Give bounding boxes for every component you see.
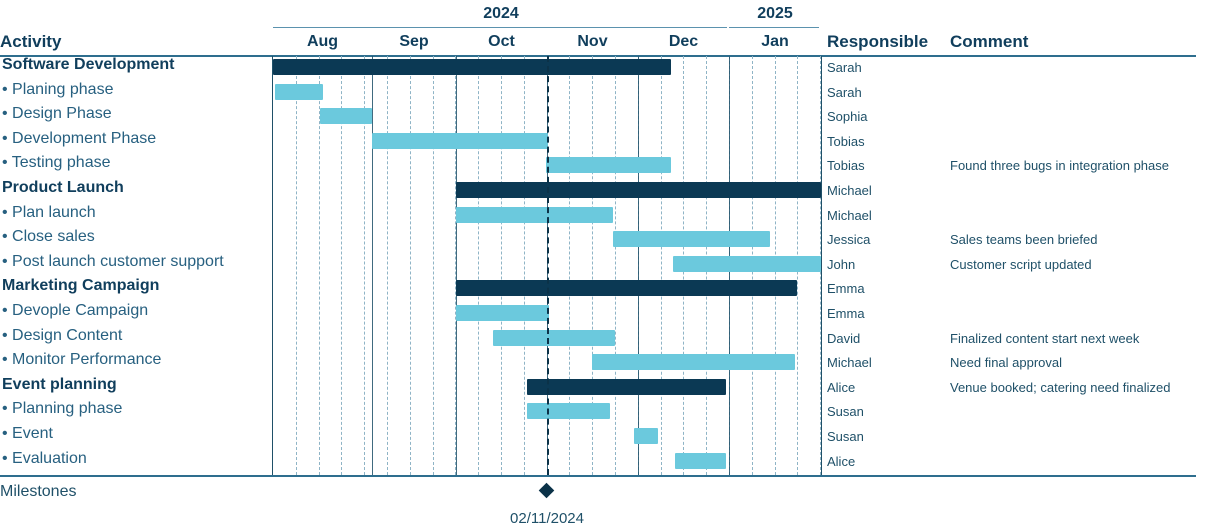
summary-bar[interactable]	[273, 59, 671, 75]
responsible-cell: Sophia	[827, 109, 868, 125]
task-bar[interactable]	[592, 354, 795, 371]
month-label: Dec	[668, 33, 699, 50]
comment-cell: Need final approval	[950, 355, 1063, 371]
task-label[interactable]: • Evaluation	[2, 450, 87, 468]
week-gridline	[660, 56, 662, 475]
task-bar[interactable]	[320, 108, 372, 125]
year-label: 2024	[483, 5, 519, 22]
responsible-cell: Tobias	[827, 158, 865, 174]
responsible-cell: Susan	[827, 429, 864, 444]
task-label[interactable]: • Close sales	[2, 228, 95, 246]
milestone-marker-icon[interactable]	[538, 482, 555, 499]
task-label[interactable]: • Design Content	[2, 327, 122, 345]
comment-cell: Sales teams been briefed	[950, 232, 1098, 248]
task-label[interactable]: • Testing phase	[2, 154, 111, 172]
month-gridline	[372, 56, 373, 475]
task-label[interactable]: • Monitor Performance	[2, 351, 161, 369]
responsible-cell: John	[827, 256, 856, 272]
month-gridline	[638, 56, 639, 475]
month-label: Oct	[488, 33, 515, 50]
group-label[interactable]: Software Development	[2, 56, 174, 74]
month-gridline	[456, 56, 457, 475]
gantt-chart: 2024 2025 Aug Sep Oct Nov Dec Jan Activity Res…	[0, 0, 1205, 530]
task-label[interactable]: • Planning phase	[2, 400, 122, 418]
week-gridline	[501, 56, 502, 475]
responsible-cell: Alice	[827, 453, 856, 469]
task-label[interactable]: • Event	[2, 425, 53, 443]
month-label: Jan	[761, 33, 789, 50]
comment-cell: Finalized content start next week	[950, 330, 1140, 346]
responsible-cell: Susan	[827, 404, 864, 420]
grid-right-border	[821, 56, 822, 475]
column-header-comment: Comment	[950, 32, 1029, 51]
week-gridline	[615, 56, 616, 475]
today-marker-line	[547, 56, 549, 475]
column-header-responsible: Responsible	[827, 32, 929, 51]
responsible-cell: Sarah	[827, 60, 862, 75]
month-label: Aug	[306, 33, 339, 50]
week-gridline	[523, 56, 525, 475]
task-label[interactable]: • Planing phase	[2, 81, 113, 99]
responsible-cell: Sarah	[827, 84, 862, 100]
year-underline	[273, 27, 727, 28]
task-bar[interactable]	[275, 83, 323, 100]
month-label: Sep	[399, 33, 429, 50]
group-label[interactable]: Marketing Campaign	[2, 277, 159, 295]
summary-bar[interactable]	[456, 182, 821, 198]
week-gridline	[478, 56, 480, 475]
task-label[interactable]: • Devople Campaign	[2, 302, 148, 320]
month-label: Nov	[577, 33, 608, 50]
comment-cell: Found three bugs in integration phase	[950, 158, 1169, 174]
group-label[interactable]: Product Launch	[2, 179, 124, 197]
responsible-cell: David	[827, 330, 861, 346]
task-bar[interactable]	[673, 255, 821, 272]
summary-bar[interactable]	[527, 378, 726, 395]
responsible-cell: Emma	[827, 281, 865, 297]
responsible-cell: Alice	[827, 379, 856, 395]
task-label[interactable]: • Development Phase	[2, 130, 156, 148]
task-bar[interactable]	[634, 428, 658, 444]
task-bar[interactable]	[613, 231, 770, 248]
task-label[interactable]: • Post launch customer support	[2, 253, 224, 271]
responsible-cell: Michael	[827, 183, 872, 198]
task-bar[interactable]	[493, 329, 615, 346]
milestones-label: Milestones	[0, 483, 77, 500]
week-gridline	[295, 56, 297, 475]
grid-left-border	[272, 56, 273, 475]
responsible-cell: Jessica	[827, 232, 871, 248]
year-label: 2025	[757, 5, 793, 22]
comment-cell: Customer script updated	[950, 256, 1092, 272]
milestone-date: 02/11/2024	[510, 510, 584, 527]
responsible-cell: Tobias	[827, 133, 865, 149]
task-label[interactable]: • Design Phase	[2, 105, 112, 123]
bottom-rule	[0, 475, 1196, 477]
responsible-cell: Emma	[827, 306, 865, 321]
task-bar[interactable]	[546, 157, 671, 174]
week-gridline	[409, 56, 411, 475]
task-bar[interactable]	[527, 403, 610, 420]
responsible-cell: Michael	[827, 355, 872, 371]
week-gridline	[432, 56, 434, 475]
responsible-cell: Michael	[827, 207, 872, 223]
task-bar[interactable]	[372, 132, 548, 149]
week-gridline	[387, 56, 388, 475]
summary-bar[interactable]	[456, 280, 797, 297]
column-header-activity: Activity	[0, 32, 62, 51]
task-bar[interactable]	[675, 452, 726, 469]
comment-cell: Venue booked; catering need finalized	[950, 379, 1171, 395]
task-bar[interactable]	[456, 206, 613, 223]
task-bar[interactable]	[456, 305, 549, 321]
task-label[interactable]: • Plan launch	[2, 204, 96, 222]
year-underline	[729, 27, 819, 28]
group-label[interactable]: Event planning	[2, 376, 117, 394]
